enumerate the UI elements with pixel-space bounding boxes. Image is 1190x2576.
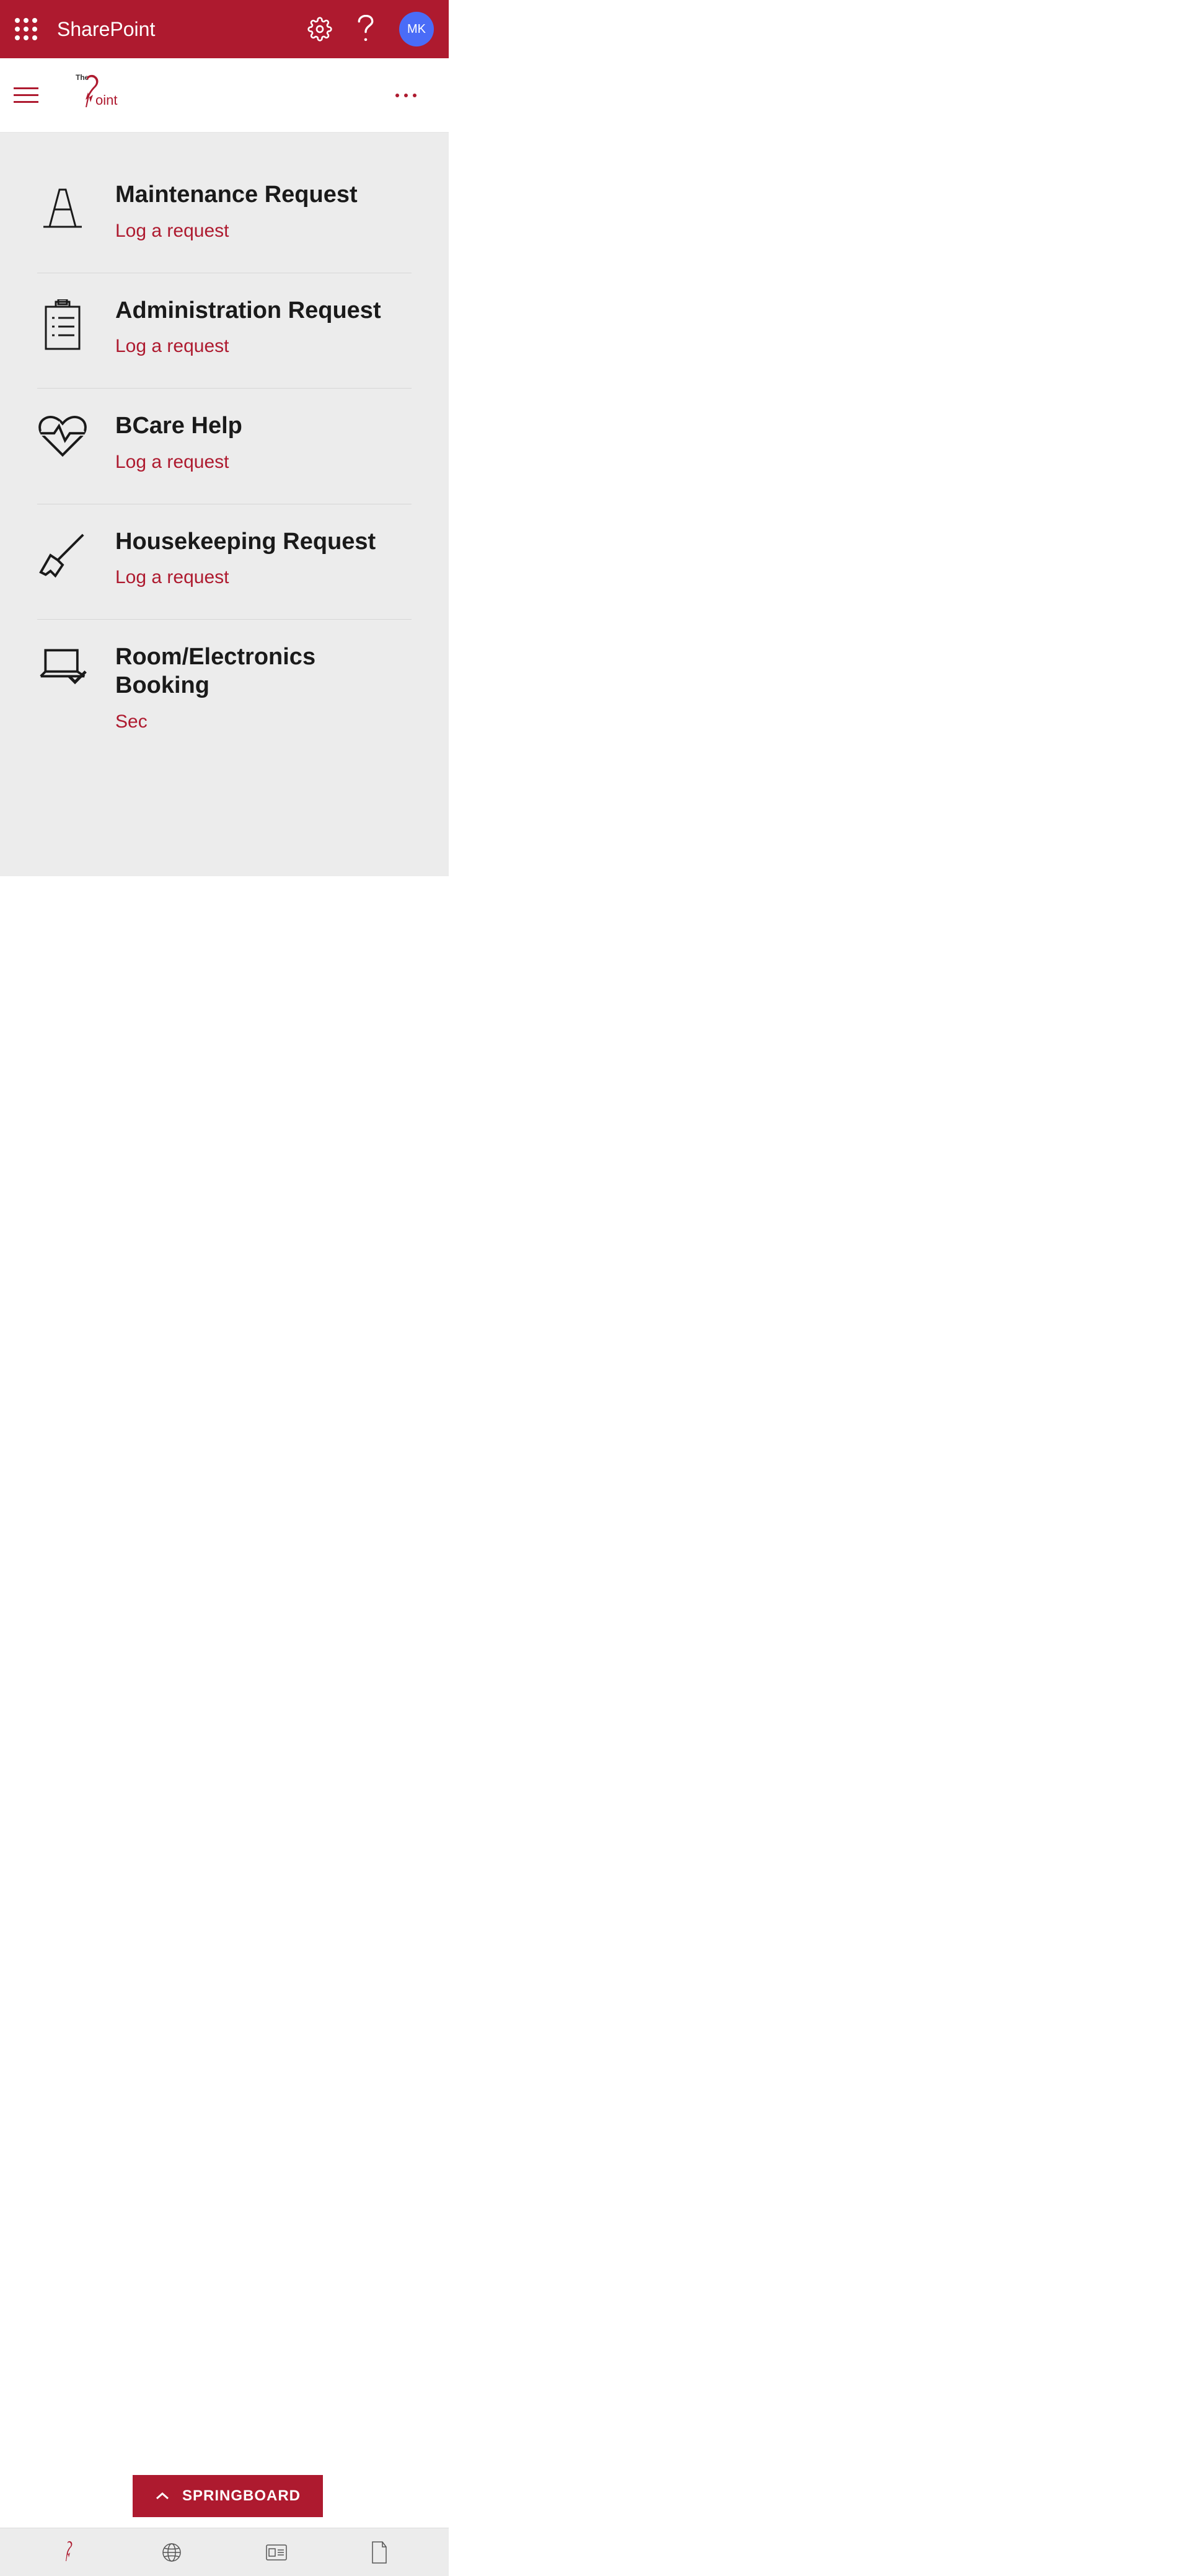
nav-document-icon[interactable]: [370, 2541, 389, 2564]
cone-icon: [37, 181, 88, 232]
request-item-administration: Administration Request Log a request: [37, 273, 412, 389]
request-text: Room/Electronics Booking Sec: [115, 643, 412, 732]
request-text: Administration Request Log a request: [115, 297, 381, 358]
springboard-button[interactable]: SPRINGBOARD: [133, 2475, 323, 2517]
request-link[interactable]: Sec: [115, 711, 412, 732]
bottom-nav: [0, 2528, 449, 2576]
request-link[interactable]: Log a request: [115, 221, 358, 242]
request-text: Maintenance Request Log a request: [115, 181, 358, 242]
avatar-initials: MK: [407, 22, 426, 37]
broom-icon: [37, 528, 88, 579]
request-text: BCare Help Log a request: [115, 412, 242, 473]
request-title: Housekeeping Request: [115, 528, 376, 556]
nav-home-icon[interactable]: [60, 2540, 79, 2565]
sub-header: The oint: [0, 58, 449, 133]
request-title: Administration Request: [115, 297, 381, 325]
more-menu-icon[interactable]: [395, 94, 435, 97]
nav-globe-icon[interactable]: [161, 2542, 182, 2563]
request-text: Housekeeping Request Log a request: [115, 528, 376, 589]
content-area: Maintenance Request Log a request: [0, 133, 449, 876]
clipboard-icon: [37, 297, 88, 348]
request-title: Room/Electronics Booking: [115, 643, 412, 700]
help-icon[interactable]: [355, 15, 377, 43]
chevron-up-icon: [155, 2491, 170, 2501]
request-link[interactable]: Log a request: [115, 567, 376, 588]
request-item-maintenance: Maintenance Request Log a request: [37, 157, 412, 273]
nav-news-icon[interactable]: [265, 2544, 288, 2561]
app-launcher-icon[interactable]: [15, 18, 37, 40]
top-header: SharePoint MK: [0, 0, 449, 58]
avatar[interactable]: MK: [399, 12, 434, 46]
hamburger-menu-icon[interactable]: [14, 87, 38, 103]
top-header-right: MK: [307, 12, 434, 46]
app-title[interactable]: SharePoint: [57, 18, 155, 41]
request-item-housekeeping: Housekeeping Request Log a request: [37, 504, 412, 620]
request-list: Maintenance Request Log a request: [0, 133, 449, 763]
request-link[interactable]: Log a request: [115, 336, 381, 357]
request-title: BCare Help: [115, 412, 242, 441]
top-header-left: SharePoint: [15, 18, 155, 41]
laptop-check-icon: [37, 643, 88, 694]
request-title: Maintenance Request: [115, 181, 358, 209]
logo-suffix-text: oint: [95, 92, 117, 108]
request-link[interactable]: Log a request: [115, 452, 242, 473]
heart-pulse-icon: [37, 412, 88, 463]
site-logo[interactable]: The oint: [63, 68, 123, 123]
sub-header-left: The oint: [14, 68, 123, 123]
request-item-bcare: BCare Help Log a request: [37, 389, 412, 504]
springboard-label: SPRINGBOARD: [182, 2487, 301, 2505]
logo-prefix-text: The: [76, 73, 89, 82]
request-item-room-booking: Room/Electronics Booking Sec: [37, 620, 412, 763]
settings-icon[interactable]: [307, 17, 332, 42]
